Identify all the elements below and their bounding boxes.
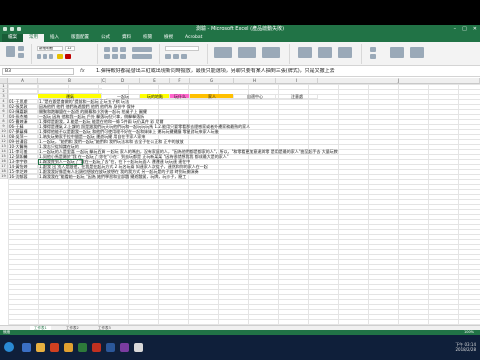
tab-acrobat[interactable]: Acrobat (179, 34, 208, 42)
excel-window: 測驗 - Microsoft Excel (產品啟動失敗) – □ ✕ 檔案 常… (0, 25, 480, 335)
tab-page-layout[interactable]: 版面配置 (65, 34, 95, 42)
number-format-box[interactable] (165, 46, 199, 51)
column-header-d[interactable]: D (106, 78, 140, 84)
header-cell-luck[interactable]: 運氣 (38, 94, 102, 99)
currency-icon[interactable] (165, 54, 171, 59)
close-icon[interactable]: ✕ (473, 26, 477, 33)
merge-center-button[interactable] (132, 54, 152, 59)
formula-input[interactable]: 1.彈得較好都是發出三紅或出現新同時擺放，最後只能選項，另聊只要有某人抽到三張(… (96, 68, 476, 75)
font-color-icon[interactable] (65, 54, 71, 59)
active-cell-selection (38, 159, 83, 165)
sort-filter-button[interactable] (390, 47, 404, 58)
student-name-cell[interactable] (8, 89, 38, 94)
ribbon-tabs: 檔案 常用 插入 版面配置 公式 資料 校閱 檢視 Acrobat (0, 34, 480, 42)
autosum-icon[interactable] (370, 47, 376, 52)
ribbon: 新細明體 12 (0, 42, 480, 66)
cell-styles-button[interactable] (262, 47, 280, 58)
styles-group (210, 44, 290, 64)
header-cell-play-with[interactable]: 一起玩 (106, 94, 140, 99)
align-bottom-icon[interactable] (120, 47, 126, 52)
media-player-icon[interactable] (50, 343, 59, 352)
taskbar: 下午 03:14 2018/2/28 (0, 335, 480, 360)
align-middle-icon[interactable] (112, 47, 118, 52)
column-header-f[interactable]: F (170, 78, 190, 84)
formula-bar: B3 fx 1.彈得較好都是發出三紅或出現新同時擺放，最後只能選項，另聊只要有某… (0, 66, 480, 77)
tab-insert[interactable]: 插入 (44, 34, 65, 42)
powerpoint-icon[interactable] (92, 343, 101, 352)
start-button-icon[interactable] (4, 342, 14, 352)
fill-icon[interactable] (370, 54, 376, 59)
font-group: 新細明體 12 (34, 44, 98, 64)
row-header[interactable]: 19 (0, 174, 8, 179)
response-cell[interactable]: 1.踢我我在"能看她一起玩 "因為 她們學習和全部題 擺遊題鎚，玩牌，玩沙子，寵… (38, 174, 186, 179)
header-cell-place[interactable]: 玩的地點 (140, 94, 170, 99)
cells-group (292, 44, 362, 64)
file-explorer-icon[interactable] (36, 343, 45, 352)
percent-icon[interactable] (173, 54, 179, 59)
comma-icon[interactable] (181, 54, 187, 59)
tab-home[interactable]: 常用 (23, 34, 44, 42)
column-header-i[interactable]: I (276, 78, 318, 84)
paste-icon[interactable] (6, 46, 15, 57)
window-title: 測驗 - Microsoft Excel (產品啟動失敗) (195, 26, 285, 32)
screen: 測驗 - Microsoft Excel (產品啟動失敗) – □ ✕ 檔案 常… (0, 0, 480, 360)
excel-taskbar-icon[interactable] (78, 343, 87, 352)
editing-group (364, 44, 444, 64)
tab-formulas[interactable]: 公式 (95, 34, 116, 42)
find-select-button[interactable] (410, 47, 424, 58)
align-left-icon[interactable] (104, 54, 110, 59)
minimize-icon[interactable]: – (454, 26, 457, 33)
align-right-icon[interactable] (120, 54, 126, 59)
wrap-text-button[interactable] (132, 47, 152, 52)
header-cell-self-center[interactable]: 自適中心 (234, 94, 276, 99)
fill-color-icon[interactable] (57, 54, 63, 59)
italic-icon[interactable] (43, 54, 47, 59)
clipboard-group (2, 44, 32, 64)
word-icon[interactable] (106, 343, 115, 352)
clock-date[interactable]: 2018/2/28 (455, 347, 476, 352)
tab-view[interactable]: 檢視 (158, 34, 179, 42)
insert-cells-button[interactable] (298, 47, 312, 58)
format-as-table-button[interactable] (238, 47, 256, 58)
align-center-icon[interactable] (112, 54, 118, 59)
align-top-icon[interactable] (104, 47, 110, 52)
student-name-cell[interactable]: 16-沈郁蓉 (8, 174, 38, 179)
font-size-box[interactable]: 12 (65, 46, 75, 51)
bold-icon[interactable] (37, 54, 41, 59)
column-header-e[interactable]: E (140, 78, 170, 84)
name-box[interactable]: B3 (2, 68, 74, 75)
onenote-icon[interactable] (120, 343, 129, 352)
worksheet-grid[interactable]: A B C D E F G H I J 1 2 3 4 01-王思慮 1."是在跟是會做的… (0, 78, 480, 325)
status-text: 就緒 (3, 330, 10, 334)
tab-file[interactable]: 檔案 (2, 34, 23, 42)
column-header-j[interactable]: J (318, 78, 480, 84)
window-controls: – □ ✕ (454, 26, 477, 33)
chrome-icon[interactable] (64, 343, 73, 352)
tab-review[interactable]: 校閱 (137, 34, 158, 42)
copy-icon[interactable] (18, 53, 24, 58)
conditional-formatting-button[interactable] (214, 47, 232, 58)
number-group (162, 44, 208, 64)
column-header-g[interactable]: G (190, 78, 234, 84)
header-cell-family[interactable]: 家人 (190, 94, 234, 99)
tab-data[interactable]: 資料 (116, 34, 137, 42)
underline-icon[interactable] (49, 54, 53, 59)
font-name-box[interactable]: 新細明體 (37, 46, 63, 51)
app-icon[interactable] (134, 343, 143, 352)
alignment-group (100, 44, 160, 64)
title-bar: 測驗 - Microsoft Excel (產品啟動失敗) – □ ✕ (0, 25, 480, 34)
column-header-h[interactable]: H (234, 78, 276, 84)
ie-icon[interactable] (22, 343, 31, 352)
fx-icon[interactable]: fx (80, 68, 85, 74)
maximize-icon[interactable]: □ (462, 26, 467, 33)
delete-cells-button[interactable] (318, 47, 332, 58)
cut-icon[interactable] (18, 46, 24, 51)
format-cells-button[interactable] (338, 47, 352, 58)
header-cell-notes[interactable]: 注意處 (276, 94, 318, 99)
header-cell-what[interactable]: 玩什么 (170, 94, 190, 99)
system-tray: 下午 03:14 2018/2/28 (455, 342, 476, 352)
